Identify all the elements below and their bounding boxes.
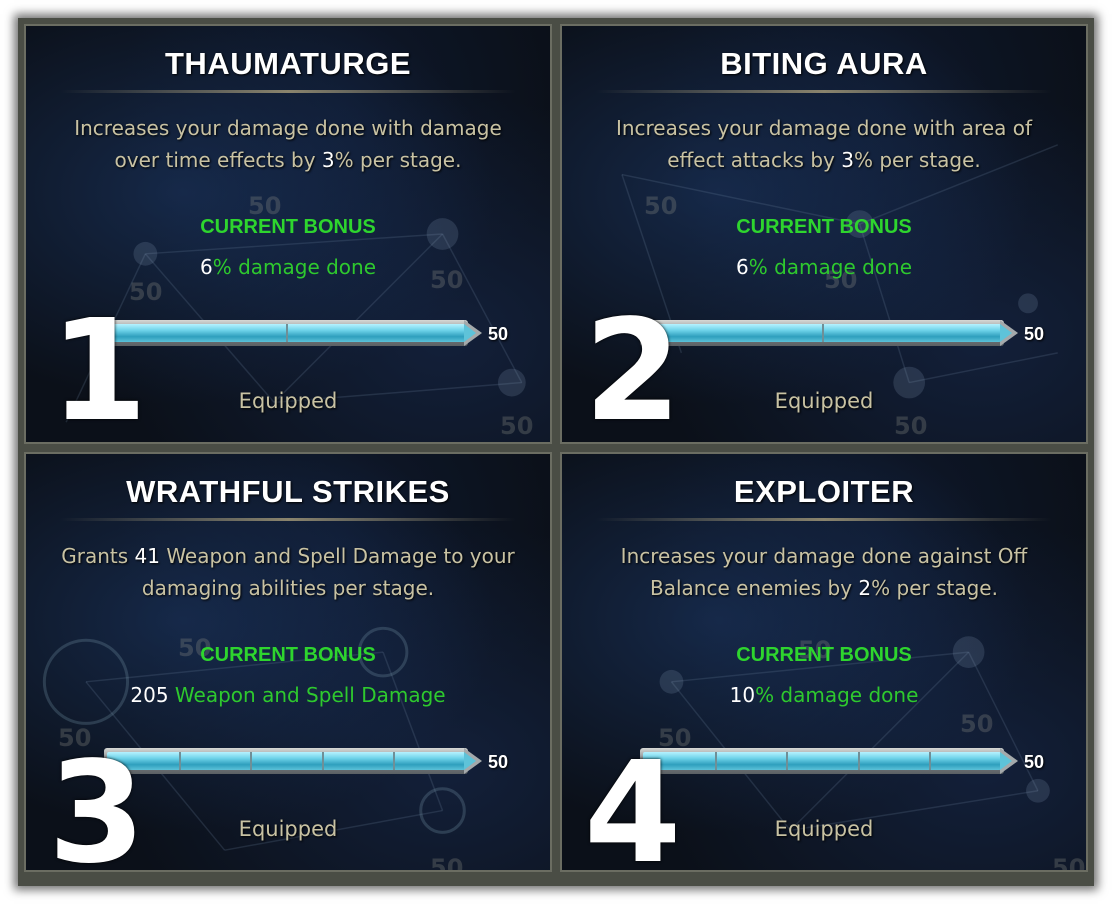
panel-number: 4 [584,732,682,872]
title-divider [596,90,1052,93]
current-bonus-label: CURRENT BONUS [736,644,912,666]
progress-fill [643,752,1001,770]
background-number: 50 [430,854,464,872]
max-stage-label: 50 [1024,324,1045,344]
stage-progress-bar [104,320,482,346]
bar-segment-divider [857,752,860,770]
stage-progress-bar [104,748,482,774]
max-stage-label: 50 [1024,752,1045,772]
bar-segment-divider [393,752,396,770]
current-bonus-value: 6% damage done [199,255,377,279]
stage-progress-bar [640,320,1018,346]
passive-description: Grants 41 Weapon and Spell Damage to you… [61,544,515,600]
passive-description: Increases your damage done with damage o… [74,116,502,172]
max-stage-label: 50 [488,324,509,344]
title-divider [60,518,516,521]
panel-number: 1 [50,290,148,444]
passive-title: BITING AURA [720,46,928,81]
title-divider [596,518,1052,521]
bar-segment-divider [786,752,789,770]
panel-number: 3 [48,732,146,872]
bar-segment-divider [929,752,932,770]
passive-title: WRATHFUL STRIKES [126,474,450,509]
bar-segment-divider [822,324,824,342]
panel-number: 2 [584,290,682,444]
background-number: 50 [894,412,928,440]
background-number: 50 [960,710,994,738]
bar-segment-divider [714,752,717,770]
passive-title: THAUMATURGE [164,46,411,81]
passive-panel-wrathful-strikes: 50 50 50 WRATHFUL STRIKES Grants 41 Weap… [24,452,552,872]
current-bonus-label: CURRENT BONUS [200,216,376,238]
max-stage-label: 50 [488,752,509,772]
passive-panel-biting-aura: 50 50 50 BITING AURA Increases your dama… [560,24,1088,444]
progress-fill [107,752,465,770]
bar-segment-divider [286,324,288,342]
current-bonus-value: 205 Weapon and Spell Damage [130,683,446,707]
current-bonus-value: 6% damage done [735,255,913,279]
bar-segment-divider [321,752,324,770]
title-divider [60,90,516,93]
current-bonus-value: 10% damage done [729,683,919,707]
stage-progress-bar [640,748,1018,774]
passive-panel-exploiter: 50 50 50 50 EXPLOITER Increases your dam… [560,452,1088,872]
passive-description: Increases your damage done against Off B… [620,544,1028,600]
passive-description: Increases your damage done with area of … [615,116,1033,172]
current-bonus-label: CURRENT BONUS [200,644,376,666]
passive-panel-thaumaturge: 50 50 50 50 THAUMATURGE Increases your d… [24,24,552,444]
bar-segment-divider [250,752,253,770]
bar-segment-divider [178,752,181,770]
background-number: 50 [500,412,534,440]
passive-title: EXPLOITER [733,474,915,509]
passive-skills-comparison: 50 50 50 50 THAUMATURGE Increases your d… [18,18,1094,886]
current-bonus-label: CURRENT BONUS [736,216,912,238]
background-number: 50 [1052,854,1086,872]
